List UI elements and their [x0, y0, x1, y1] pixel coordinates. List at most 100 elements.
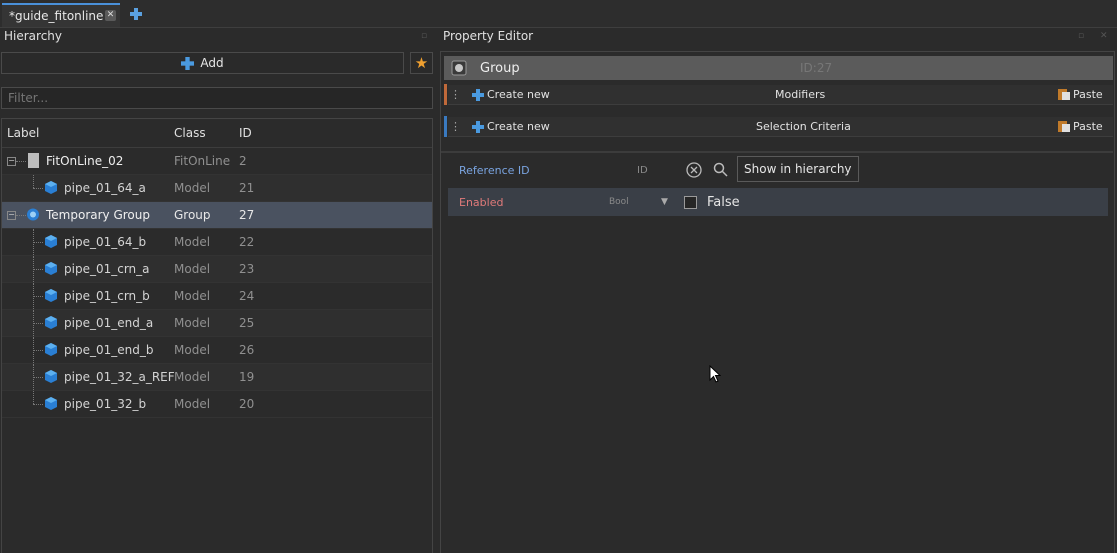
- drag-handle-icon[interactable]: ⋮: [450, 120, 461, 133]
- row-id: 27: [239, 208, 255, 222]
- favorites-button[interactable]: ★: [410, 52, 433, 74]
- float-panel-icon[interactable]: ▫: [1078, 31, 1084, 41]
- reference-id-type: ID: [637, 164, 648, 176]
- row-class: Model: [174, 343, 211, 357]
- tree-row[interactable]: pipe_01_32_b Model 20: [2, 391, 432, 418]
- row-label: Temporary Group: [46, 208, 150, 222]
- model-icon: [45, 316, 57, 329]
- modifiers-paste-button[interactable]: Paste: [1073, 88, 1103, 101]
- row-label: FitOnLine_02: [46, 154, 124, 168]
- row-label: pipe_01_64_b: [64, 235, 147, 249]
- tree-header: Label Class ID: [2, 119, 432, 148]
- modifiers-strip: ⋮ Create new Modifiers Paste: [448, 85, 1113, 105]
- tree-row[interactable]: pipe_01_64_a Model 21: [2, 175, 432, 202]
- row-class: Model: [174, 262, 211, 276]
- show-in-hierarchy-button[interactable]: Show in hierarchy: [737, 156, 859, 182]
- modifiers-title: Modifiers: [775, 88, 826, 101]
- row-id: 22: [239, 235, 255, 249]
- row-id: 19: [239, 370, 255, 384]
- filter-input[interactable]: [1, 87, 433, 109]
- close-icon[interactable]: ✕: [105, 10, 116, 21]
- row-class: Group: [174, 208, 211, 222]
- enabled-value: False: [707, 194, 740, 210]
- row-class: Model: [174, 397, 211, 411]
- row-class: Model: [174, 289, 211, 303]
- clear-icon[interactable]: [686, 162, 702, 178]
- row-class: Model: [174, 316, 211, 330]
- search-icon[interactable]: [713, 162, 728, 177]
- hierarchy-tree: Label Class ID − FitOnLine_02 FitOnLine …: [1, 118, 433, 553]
- group-header: Group ID:27: [444, 56, 1113, 80]
- row-label: pipe_01_32_b: [64, 397, 147, 411]
- hierarchy-title: Hierarchy: [4, 29, 63, 43]
- property-editor-title: Property Editor: [443, 29, 534, 43]
- selection-title: Selection Criteria: [756, 120, 851, 133]
- add-tab-icon[interactable]: [130, 8, 142, 20]
- star-icon: ★: [414, 54, 429, 72]
- row-class: Model: [174, 181, 211, 195]
- row-label: pipe_01_64_a: [64, 181, 146, 195]
- tree-row[interactable]: pipe_01_crn_a Model 23: [2, 256, 432, 283]
- model-icon: [45, 235, 57, 248]
- row-class: FitOnLine: [174, 154, 231, 168]
- column-class[interactable]: Class: [174, 126, 206, 140]
- model-icon: [45, 370, 57, 383]
- model-icon: [45, 343, 57, 356]
- row-id: 24: [239, 289, 255, 303]
- model-icon: [45, 262, 57, 275]
- enabled-row: Enabled Bool ▼ False: [448, 188, 1108, 216]
- row-label: pipe_01_crn_b: [64, 289, 150, 303]
- tree-row[interactable]: − FitOnLine_02 FitOnLine 2: [2, 148, 432, 175]
- add-button[interactable]: Add: [1, 52, 404, 74]
- column-label[interactable]: Label: [7, 126, 39, 140]
- model-icon: [45, 397, 57, 410]
- reference-id-label: Reference ID: [459, 163, 530, 177]
- plus-icon: [181, 56, 195, 70]
- tab-bar: [0, 0, 1117, 28]
- fitonline-icon: [28, 153, 39, 168]
- modifiers-create-button[interactable]: Create new: [487, 88, 550, 101]
- row-label: pipe_01_32_a_REF: [64, 370, 175, 384]
- row-id: 23: [239, 262, 255, 276]
- group-icon: [451, 60, 467, 76]
- plus-icon: [472, 120, 484, 133]
- row-id: 25: [239, 316, 255, 330]
- selection-paste-button[interactable]: Paste: [1073, 120, 1103, 133]
- plus-icon: [472, 88, 484, 101]
- tree-row[interactable]: pipe_01_64_b Model 22: [2, 229, 432, 256]
- close-panel-icon[interactable]: ✕: [1100, 31, 1108, 41]
- tree-row[interactable]: pipe_01_end_a Model 25: [2, 310, 432, 337]
- paste-icon: [1058, 121, 1070, 132]
- row-label: pipe_01_crn_a: [64, 262, 150, 276]
- enabled-type: Bool: [609, 197, 629, 207]
- type-dropdown-icon[interactable]: ▼: [661, 197, 668, 207]
- drag-handle-icon[interactable]: ⋮: [450, 88, 461, 101]
- selection-marker: [444, 116, 447, 137]
- row-class: Model: [174, 235, 211, 249]
- float-panel-icon[interactable]: ▫: [421, 31, 427, 41]
- row-id: 20: [239, 397, 255, 411]
- selection-strip: ⋮ Create new Selection Criteria Paste: [448, 117, 1113, 137]
- reference-id-row: Reference ID ID Show in hierarchy: [448, 156, 1108, 184]
- paste-icon: [1058, 89, 1070, 100]
- tab-guide-fitonline[interactable]: *guide_fitonline ✕: [2, 3, 120, 27]
- tree-row[interactable]: pipe_01_32_a_REF Model 19: [2, 364, 432, 391]
- row-id: 21: [239, 181, 255, 195]
- group-name: Group: [480, 60, 520, 76]
- enabled-checkbox[interactable]: [684, 196, 697, 209]
- tree-row[interactable]: pipe_01_crn_b Model 24: [2, 283, 432, 310]
- row-id: 26: [239, 343, 255, 357]
- add-button-label: Add: [200, 56, 224, 70]
- tree-row[interactable]: pipe_01_end_b Model 26: [2, 337, 432, 364]
- selection-create-button[interactable]: Create new: [487, 120, 550, 133]
- modifiers-marker: [444, 84, 447, 105]
- enabled-label: Enabled: [459, 195, 504, 209]
- column-id[interactable]: ID: [239, 126, 252, 140]
- tree-row-selected[interactable]: − Temporary Group Group 27: [2, 202, 432, 229]
- row-label: pipe_01_end_b: [64, 343, 154, 357]
- row-label: pipe_01_end_a: [64, 316, 154, 330]
- divider: [441, 151, 1113, 153]
- collapse-icon[interactable]: −: [7, 157, 16, 166]
- model-icon: [45, 181, 57, 194]
- collapse-icon[interactable]: −: [7, 211, 16, 220]
